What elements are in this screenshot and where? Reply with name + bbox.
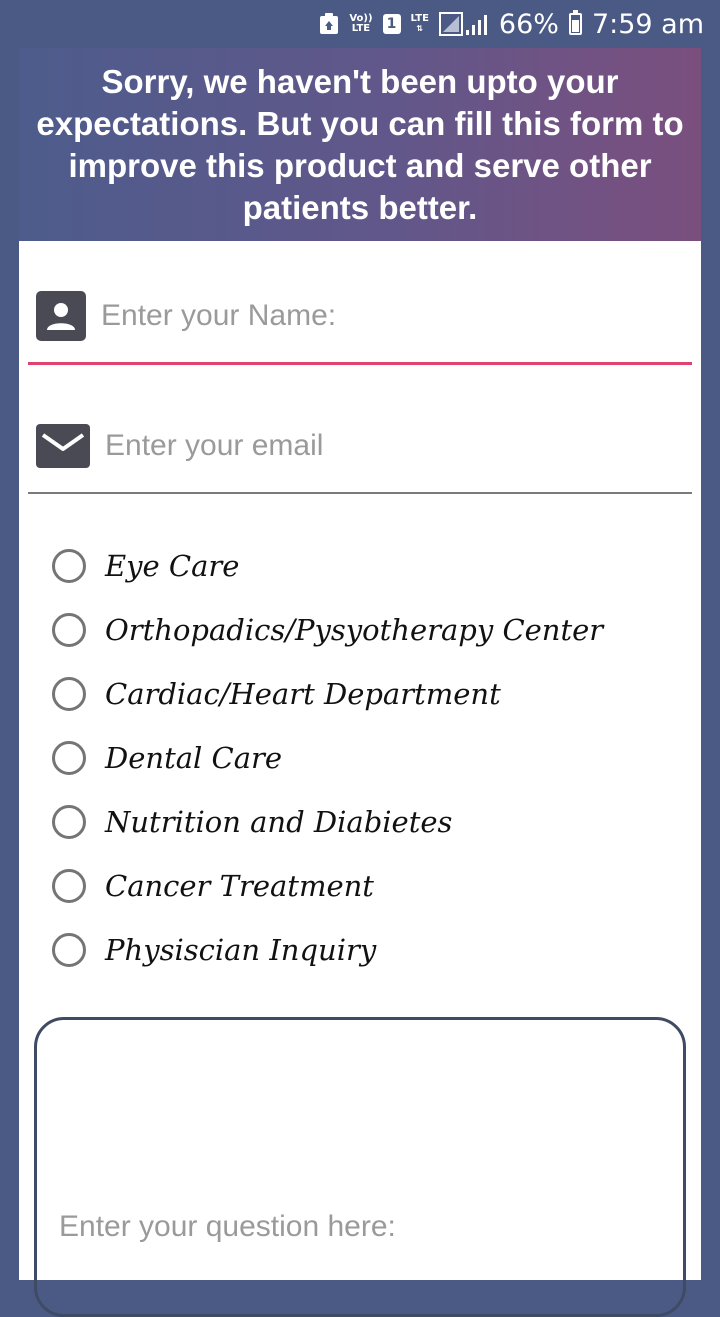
name-field[interactable] xyxy=(28,280,692,352)
email-field-underline xyxy=(28,492,692,494)
person-icon xyxy=(36,291,86,341)
department-radio-group: Eye Care Orthopadics/Pysyotherapy Center… xyxy=(52,534,692,982)
radio-label: Dental Care xyxy=(105,741,283,775)
email-field[interactable] xyxy=(28,410,692,482)
sim-icon: 1 xyxy=(382,14,401,34)
radio-button[interactable] xyxy=(52,677,86,711)
radio-button[interactable] xyxy=(52,869,86,903)
radio-label: Orthopadics/Pysyotherapy Center xyxy=(105,613,604,647)
radio-label: Nutrition and Diabietes xyxy=(105,805,453,839)
radio-option-dental-care[interactable]: Dental Care xyxy=(52,726,692,790)
feedback-form-card: Sorry, we haven't been upto your expecta… xyxy=(19,48,701,1317)
radio-label: Eye Care xyxy=(105,549,240,583)
radio-label: Physiscian Inquiry xyxy=(105,933,377,967)
radio-button[interactable] xyxy=(52,933,86,967)
lte-label: LTE xyxy=(410,13,429,24)
banner-message: Sorry, we haven't been upto your expecta… xyxy=(36,62,684,226)
recycle-icon xyxy=(319,13,339,35)
name-field-underline xyxy=(28,362,692,365)
radio-option-orthopadics[interactable]: Orthopadics/Pysyotherapy Center xyxy=(52,598,692,662)
radio-button[interactable] xyxy=(52,805,86,839)
signal-icon xyxy=(438,11,489,37)
mail-icon xyxy=(36,424,90,468)
battery-icon xyxy=(568,10,582,35)
radio-button[interactable] xyxy=(52,613,86,647)
apology-banner: Sorry, we haven't been upto your expecta… xyxy=(19,48,701,241)
clock: 7:59 am xyxy=(591,8,704,40)
radio-label: Cardiac/Heart Department xyxy=(105,677,501,711)
radio-option-cancer-treatment[interactable]: Cancer Treatment xyxy=(52,854,692,918)
radio-option-eye-care[interactable]: Eye Care xyxy=(52,534,692,598)
radio-option-physician-inquiry[interactable]: Physiscian Inquiry xyxy=(52,918,692,982)
name-input[interactable] xyxy=(101,299,661,333)
radio-button[interactable] xyxy=(52,549,86,583)
radio-option-nutrition[interactable]: Nutrition and Diabietes xyxy=(52,790,692,854)
question-placeholder: Enter your question here: xyxy=(59,1210,396,1243)
radio-button[interactable] xyxy=(52,741,86,775)
status-bar: Vo)) LTE 1 LTE ⇅ 66% 7:59 am xyxy=(0,0,720,48)
radio-label: Cancer Treatment xyxy=(105,869,374,903)
battery-percent: 66% xyxy=(498,8,559,40)
volte-bottom-label: LTE xyxy=(351,23,371,34)
radio-option-cardiac[interactable]: Cardiac/Heart Department xyxy=(52,662,692,726)
lte-icon: LTE ⇅ xyxy=(410,13,429,34)
question-textarea[interactable]: Enter your question here: xyxy=(34,1017,686,1317)
volte-icon: Vo)) LTE xyxy=(349,14,372,34)
email-input[interactable] xyxy=(105,429,665,463)
